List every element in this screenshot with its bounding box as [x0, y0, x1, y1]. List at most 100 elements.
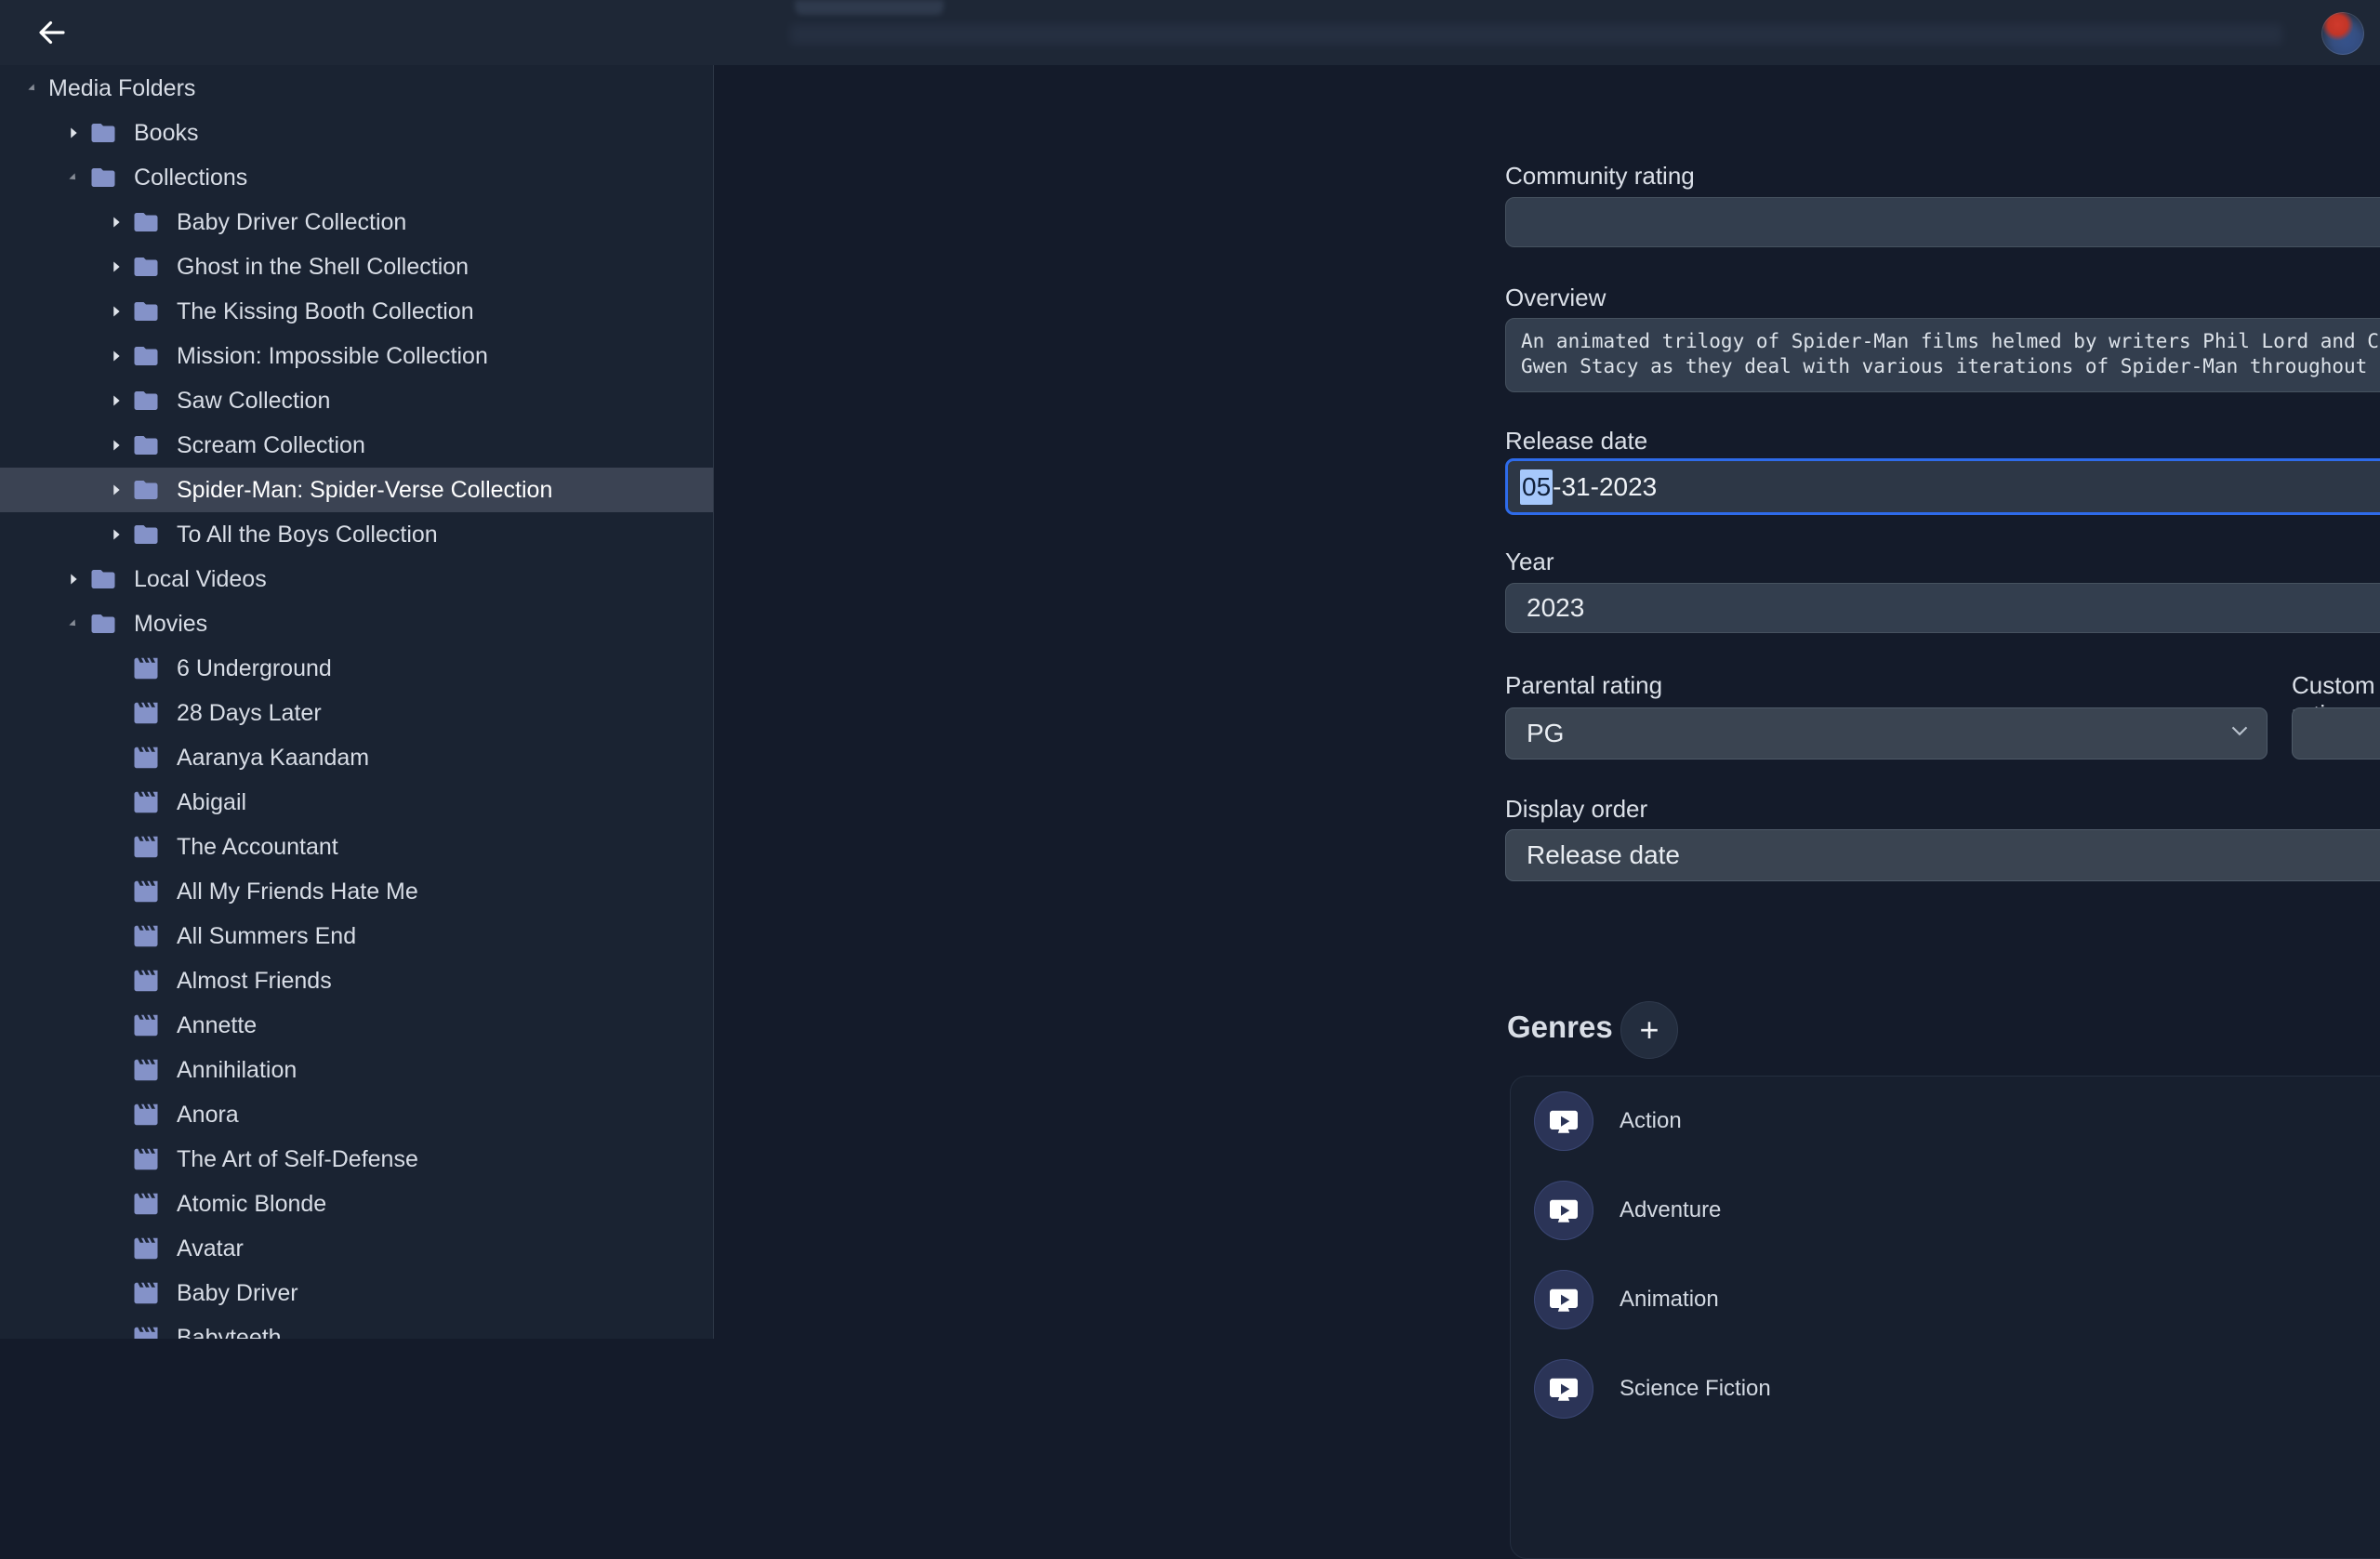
tree-item-label: All My Friends Hate Me [177, 879, 418, 905]
genre-row-action[interactable]: Action [1511, 1077, 2380, 1166]
parental-rating-label: Parental rating [1505, 671, 1662, 700]
tree-item-baby-driver-collection[interactable]: Baby Driver Collection [0, 200, 713, 244]
genres-heading: Genres [1507, 1010, 1613, 1045]
display-order-value: Release date [1527, 840, 1680, 870]
tree-item-28-days-later[interactable]: 28 Days Later [0, 691, 713, 735]
add-genre-button[interactable]: + [1620, 1001, 1678, 1059]
parental-rating-value: PG [1527, 719, 1564, 748]
tree-item-label: 28 Days Later [177, 700, 322, 727]
tree-item-label: Annette [177, 1012, 257, 1039]
tree-item-media-folders[interactable]: Media Folders [0, 66, 713, 111]
caret-collapsed-icon[interactable] [100, 519, 132, 550]
tree-item-abigail[interactable]: Abigail [0, 780, 713, 825]
tree-item-aaranya-kaandam[interactable]: Aaranya Kaandam [0, 735, 713, 780]
tree-item-label: The Accountant [177, 834, 338, 861]
media-folders-sidebar: Media Folders Books Collections Baby Driver… [0, 65, 714, 1339]
tree-item-movies[interactable]: Movies [0, 601, 713, 646]
caret-collapsed-icon[interactable] [100, 474, 132, 506]
folder-icon [132, 253, 160, 281]
folder-icon [132, 387, 160, 415]
tree-item-mission-impossible-collection[interactable]: Mission: Impossible Collection [0, 334, 713, 378]
date-segment-selected[interactable]: 05 [1520, 469, 1553, 505]
folder-icon [89, 610, 117, 638]
movie-icon [132, 1056, 160, 1084]
tree-item-scream-collection[interactable]: Scream Collection [0, 423, 713, 468]
movie-icon [132, 654, 160, 682]
genre-row-animation[interactable]: Animation [1511, 1255, 2380, 1344]
folder-icon [132, 431, 160, 459]
folder-icon [89, 164, 117, 192]
caret-collapsed-icon[interactable] [100, 296, 132, 327]
caret-collapsed-icon[interactable] [58, 117, 89, 149]
caret-collapsed-icon[interactable] [100, 429, 132, 461]
tree-item-atomic-blonde[interactable]: Atomic Blonde [0, 1182, 713, 1226]
date-segment-rest[interactable]: -31-2023 [1553, 472, 1657, 502]
tree-item-saw-collection[interactable]: Saw Collection [0, 378, 713, 423]
genre-media-icon [1534, 1359, 1593, 1419]
movie-icon [132, 744, 160, 772]
caret-collapsed-icon[interactable] [100, 340, 132, 372]
genre-row-science-fiction[interactable]: Science Fiction [1511, 1344, 2380, 1433]
metadata-editor-form: Community rating Overview An animated tr… [715, 65, 2380, 1339]
blurred-scrolled-content [795, 0, 944, 15]
caret-collapsed-icon[interactable] [58, 563, 89, 595]
tree-item-the-kissing-booth-collection[interactable]: The Kissing Booth Collection [0, 289, 713, 334]
tree-item-label: Media Folders [48, 75, 195, 102]
community-rating-input[interactable] [1505, 197, 2380, 247]
tree-item-books[interactable]: Books [0, 111, 713, 155]
tree-item-avatar[interactable]: Avatar [0, 1226, 713, 1271]
tree-item-label: The Kissing Booth Collection [177, 298, 474, 325]
back-arrow-icon [35, 16, 69, 54]
tree-item-label: Spider-Man: Spider-Verse Collection [177, 477, 552, 504]
genre-media-icon [1534, 1091, 1593, 1151]
folder-icon [132, 342, 160, 370]
tree-item-annihilation[interactable]: Annihilation [0, 1048, 713, 1092]
year-input[interactable]: 2023 [1505, 583, 2380, 633]
release-date-label: Release date [1505, 427, 1647, 456]
tree-item-all-my-friends-hate-me[interactable]: All My Friends Hate Me [0, 869, 713, 914]
folder-icon [132, 208, 160, 236]
tree-item-to-all-the-boys-collection[interactable]: To All the Boys Collection [0, 512, 713, 557]
tree-item-spider-man-spider-verse-collection[interactable]: Spider-Man: Spider-Verse Collection [0, 468, 713, 512]
caret-expanded-icon[interactable] [15, 71, 50, 106]
caret-expanded-icon[interactable] [56, 606, 91, 641]
tree-item-label: Collections [134, 165, 247, 192]
genre-row-adventure[interactable]: Adventure [1511, 1166, 2380, 1255]
folder-icon [132, 297, 160, 325]
back-button[interactable] [33, 16, 71, 53]
overview-label: Overview [1505, 284, 1606, 312]
tree-item-babyteeth[interactable]: Babyteeth [0, 1315, 713, 1339]
movie-icon [132, 1190, 160, 1218]
tree-item-all-summers-end[interactable]: All Summers End [0, 914, 713, 958]
tree-item-label: Books [134, 120, 198, 147]
user-avatar[interactable] [2321, 12, 2364, 55]
custom-rating-select[interactable] [2292, 707, 2380, 760]
caret-collapsed-icon[interactable] [100, 385, 132, 416]
folder-icon [132, 476, 160, 504]
tree-item-baby-driver[interactable]: Baby Driver [0, 1271, 713, 1315]
overview-textarea[interactable]: An animated trilogy of Spider-Man films … [1505, 318, 2380, 392]
display-order-label: Display order [1505, 795, 1647, 824]
tree-item-local-videos[interactable]: Local Videos [0, 557, 713, 601]
parental-rating-select[interactable]: PG [1505, 707, 2268, 760]
tree-item-annette[interactable]: Annette [0, 1003, 713, 1048]
movie-icon [132, 699, 160, 727]
tree-item-the-art-of-self-defense[interactable]: The Art of Self-Defense [0, 1137, 713, 1182]
movie-icon [132, 1011, 160, 1039]
tree-item-label: Baby Driver Collection [177, 209, 406, 236]
tree-item-6-underground[interactable]: 6 Underground [0, 646, 713, 691]
tree-item-collections[interactable]: Collections [0, 155, 713, 200]
display-order-select[interactable]: Release date [1505, 829, 2380, 881]
caret-collapsed-icon[interactable] [100, 206, 132, 238]
tree-item-almost-friends[interactable]: Almost Friends [0, 958, 713, 1003]
tree-item-label: Annihilation [177, 1057, 297, 1084]
tree-item-label: To All the Boys Collection [177, 522, 438, 548]
tree-item-label: The Art of Self-Defense [177, 1146, 418, 1173]
caret-collapsed-icon[interactable] [100, 251, 132, 283]
blurred-scrolled-content [790, 24, 2282, 45]
tree-item-ghost-in-the-shell-collection[interactable]: Ghost in the Shell Collection [0, 244, 713, 289]
release-date-input[interactable]: 05-31-2023 [1505, 458, 2380, 515]
tree-item-the-accountant[interactable]: The Accountant [0, 825, 713, 869]
caret-expanded-icon[interactable] [56, 160, 91, 195]
tree-item-anora[interactable]: Anora [0, 1092, 713, 1137]
